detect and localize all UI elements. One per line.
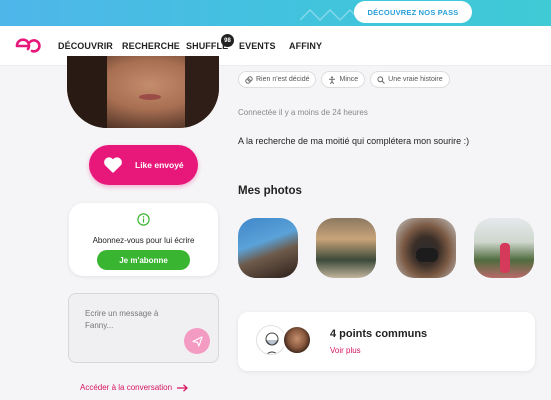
profile-photo[interactable] <box>67 56 219 128</box>
promo-banner: DÉCOUVREZ NOS PASS <box>0 0 551 26</box>
photo-thumbnail-1[interactable] <box>238 218 298 278</box>
figure-icon <box>329 75 336 84</box>
common-points-title: 4 points communs <box>330 328 428 340</box>
info-icon <box>137 213 150 226</box>
photos-heading: Mes photos <box>238 185 302 197</box>
discover-pass-button[interactable]: DÉCOUVREZ NOS PASS <box>354 1 472 23</box>
nav-item-decouvrir[interactable]: DÉCOUVRIR <box>58 41 113 51</box>
arrow-right-icon <box>177 383 189 392</box>
send-icon <box>191 335 203 347</box>
ring-icon <box>245 75 253 84</box>
profile-tags: Rien n'est décidé Mince Une vraie histoi… <box>238 71 450 88</box>
photo-thumbnail-3[interactable] <box>396 218 456 278</box>
like-button[interactable]: Like envoyé <box>89 145 198 185</box>
heart-icon <box>104 157 122 173</box>
message-placeholder: Ecrire un message à Fanny... <box>85 309 159 330</box>
match-avatar <box>282 325 312 355</box>
profile-bio: A la recherche de ma moitié qui compléte… <box>238 136 470 146</box>
subscribe-card: Abonnez-vous pour lui écrire Je m'abonne <box>69 203 218 276</box>
tag-relationship: Rien n'est décidé <box>238 71 317 88</box>
last-connected-text: Connectée il y a moins de 24 heures <box>238 108 368 117</box>
logo-icon[interactable] <box>14 36 44 56</box>
see-more-link[interactable]: Voir plus <box>330 346 361 355</box>
subscribe-text: Abonnez-vous pour lui écrire <box>92 236 195 245</box>
message-input[interactable]: Ecrire un message à Fanny... <box>68 293 219 363</box>
send-button[interactable] <box>184 328 210 354</box>
subscribe-button[interactable]: Je m'abonne <box>97 250 190 270</box>
conversation-link-label: Accéder à la conversation <box>80 383 173 392</box>
photo-thumbnail-4[interactable] <box>474 218 534 278</box>
nav-item-events[interactable]: EVENTS <box>239 41 276 51</box>
nav-item-recherche[interactable]: RECHERCHE <box>122 41 180 51</box>
photo-thumbnail-2[interactable] <box>316 218 376 278</box>
conversation-link[interactable]: Accéder à la conversation <box>80 383 189 392</box>
common-points-card[interactable]: 4 points communs Voir plus <box>238 312 535 371</box>
search-icon <box>377 75 386 84</box>
like-button-label: Like envoyé <box>135 160 184 170</box>
nav-item-affiny[interactable]: AFFINY <box>289 41 322 51</box>
tag-looking-for: Une vraie histoire <box>370 71 450 88</box>
shuffle-count-badge: 98 <box>221 34 234 47</box>
decorative-pattern-icon <box>300 8 360 22</box>
tag-body-type: Mince <box>321 71 366 88</box>
